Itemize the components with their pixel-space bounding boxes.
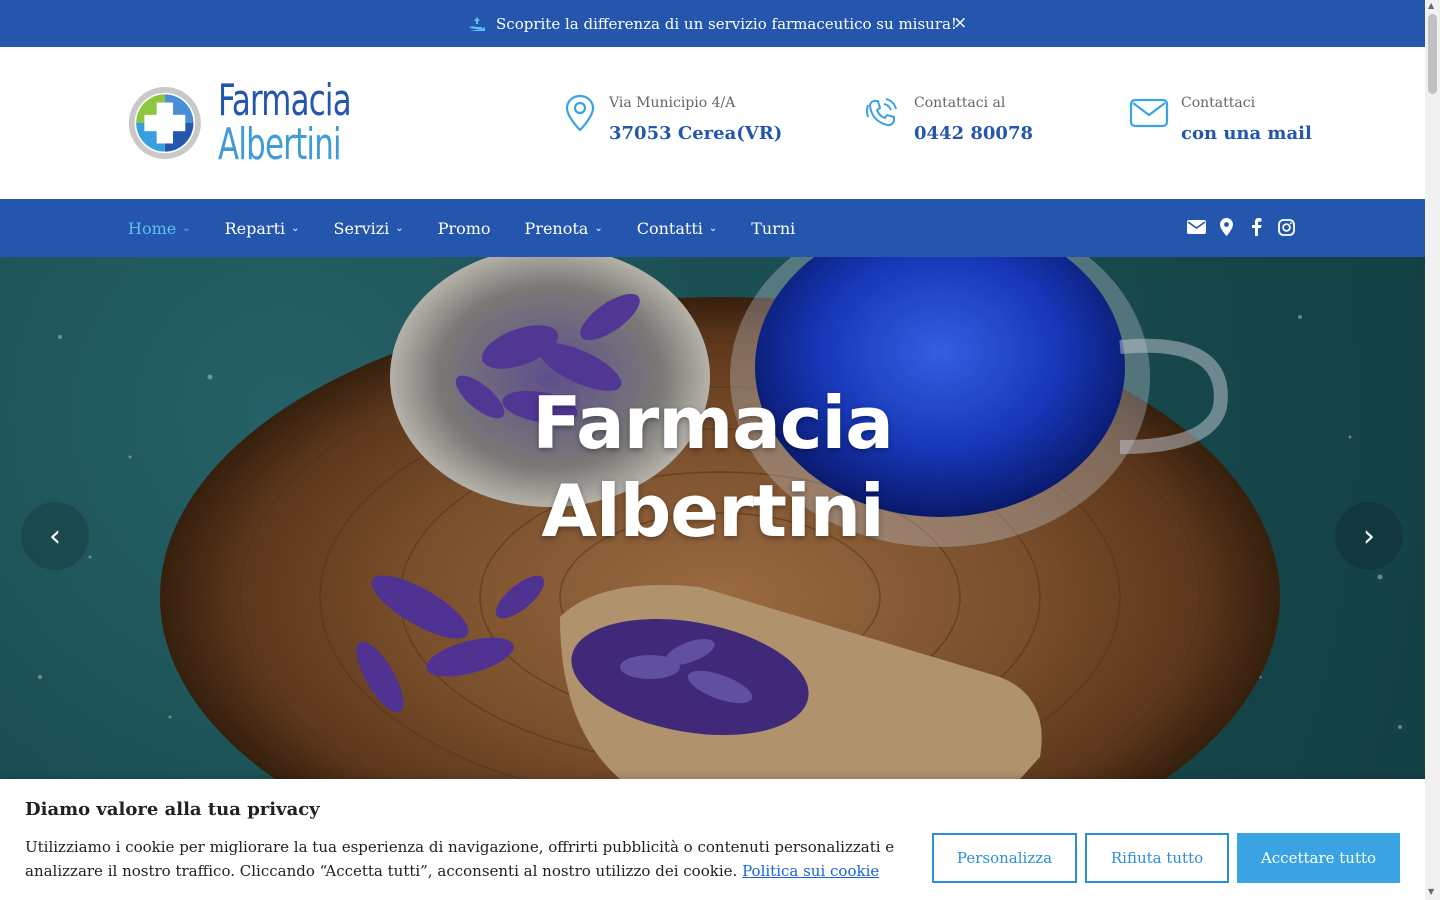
cookie-policy-link[interactable]: Politica sui cookie bbox=[742, 862, 879, 880]
pharmacy-cross-logo-icon bbox=[128, 86, 201, 160]
contact-address-value: 37053 Cerea(VR) bbox=[609, 123, 783, 144]
phone-icon bbox=[866, 98, 897, 127]
contact-mail[interactable]: Contattaci con una mail bbox=[1129, 93, 1312, 144]
hero-title-line1: Farmacia bbox=[532, 381, 894, 465]
slider-next-button[interactable]: › bbox=[1335, 502, 1403, 570]
site-header: Farmacia Albertini Via Municipio 4/A 370… bbox=[0, 47, 1425, 199]
nav-item-servizi[interactable]: Servizi ⌄ bbox=[334, 219, 404, 238]
instagram-icon[interactable] bbox=[1276, 217, 1296, 237]
logo-line1: Farmacia bbox=[217, 75, 352, 126]
cookie-title: Diamo valore alla tua privacy bbox=[25, 799, 320, 820]
contact-phone[interactable]: Contattaci al 0442 80078 bbox=[862, 93, 1033, 144]
nav-item-contatti[interactable]: Contatti ⌄ bbox=[637, 219, 718, 238]
nav-servizi-label: Servizi bbox=[333, 218, 390, 238]
nav-item-prenota[interactable]: Prenota ⌄ bbox=[525, 219, 603, 238]
customize-button[interactable]: Personalizza bbox=[932, 833, 1077, 883]
nav-promo-label: Promo bbox=[437, 218, 491, 238]
nav-item-reparti[interactable]: Reparti ⌄ bbox=[225, 219, 300, 238]
nav-turni-label: Turni bbox=[751, 218, 796, 238]
nav-item-turni[interactable]: Turni bbox=[751, 219, 795, 238]
announcement-text: Scoprite la differenza di un servizio fa… bbox=[496, 14, 957, 33]
hero-title: Farmacia Albertini bbox=[0, 379, 1425, 555]
hero-title-line2: Albertini bbox=[541, 469, 884, 553]
contact-mail-value: con una mail bbox=[1181, 123, 1312, 144]
announcement-bar: Scoprite la differenza di un servizio fa… bbox=[0, 0, 1425, 47]
chevron-down-icon: ⌄ bbox=[594, 222, 603, 234]
nav-item-promo[interactable]: Promo bbox=[438, 219, 491, 238]
chevron-down-icon: ⌄ bbox=[708, 222, 718, 234]
chevron-down-icon: ⌄ bbox=[182, 222, 191, 234]
scrollbar-thumb[interactable] bbox=[1428, 14, 1437, 94]
social-links bbox=[1186, 217, 1296, 237]
contact-address[interactable]: Via Municipio 4/A 37053 Cerea(VR) bbox=[563, 93, 782, 144]
logo-line2: Albertini bbox=[217, 119, 342, 170]
chevron-down-icon: ⌄ bbox=[291, 222, 300, 234]
nav-prenota-label: Prenota bbox=[524, 218, 589, 238]
close-icon[interactable]: × bbox=[953, 13, 967, 33]
page-scrollbar[interactable]: ▲ ▼ bbox=[1425, 0, 1440, 900]
contact-phone-value: 0442 80078 bbox=[914, 123, 1033, 144]
contact-phone-label: Contattaci al bbox=[914, 95, 1006, 111]
hero-slider: Farmacia Albertini ‹ › bbox=[0, 257, 1425, 779]
nav-item-home[interactable]: Home ⌄ bbox=[128, 219, 191, 238]
scroll-down-icon[interactable]: ▼ bbox=[1428, 888, 1437, 896]
location-icon[interactable] bbox=[1216, 217, 1236, 237]
envelope-icon[interactable] bbox=[1186, 217, 1206, 237]
chevron-down-icon: ⌄ bbox=[395, 222, 404, 234]
chevron-right-icon: › bbox=[1363, 518, 1375, 554]
nav-contatti-label: Contatti bbox=[636, 218, 703, 238]
nav-reparti-label: Reparti bbox=[224, 218, 286, 238]
reject-all-button[interactable]: Rifiuta tutto bbox=[1085, 833, 1229, 883]
contact-mail-label: Contattaci bbox=[1181, 95, 1256, 111]
cookie-consent-banner: Diamo valore alla tua privacy Utilizziam… bbox=[0, 779, 1425, 900]
map-pin-icon bbox=[565, 94, 595, 132]
scroll-up-icon[interactable]: ▲ bbox=[1428, 2, 1437, 10]
helping-hand-icon bbox=[468, 16, 486, 32]
chevron-left-icon: ‹ bbox=[49, 518, 61, 554]
nav-home-label: Home bbox=[128, 218, 177, 238]
contact-address-label: Via Municipio 4/A bbox=[609, 95, 736, 111]
slider-prev-button[interactable]: ‹ bbox=[21, 502, 89, 570]
main-navigation: Home ⌄ Reparti ⌄ Servizi ⌄ Promo Prenota ⌄ C… bbox=[0, 199, 1425, 257]
logo[interactable]: Farmacia Albertini bbox=[128, 77, 388, 169]
accept-all-button[interactable]: Accettare tutto bbox=[1237, 833, 1400, 883]
facebook-icon[interactable] bbox=[1246, 217, 1266, 237]
cookie-text: Utilizziamo i cookie per migliorare la t… bbox=[25, 835, 910, 883]
mail-icon bbox=[1129, 98, 1169, 128]
